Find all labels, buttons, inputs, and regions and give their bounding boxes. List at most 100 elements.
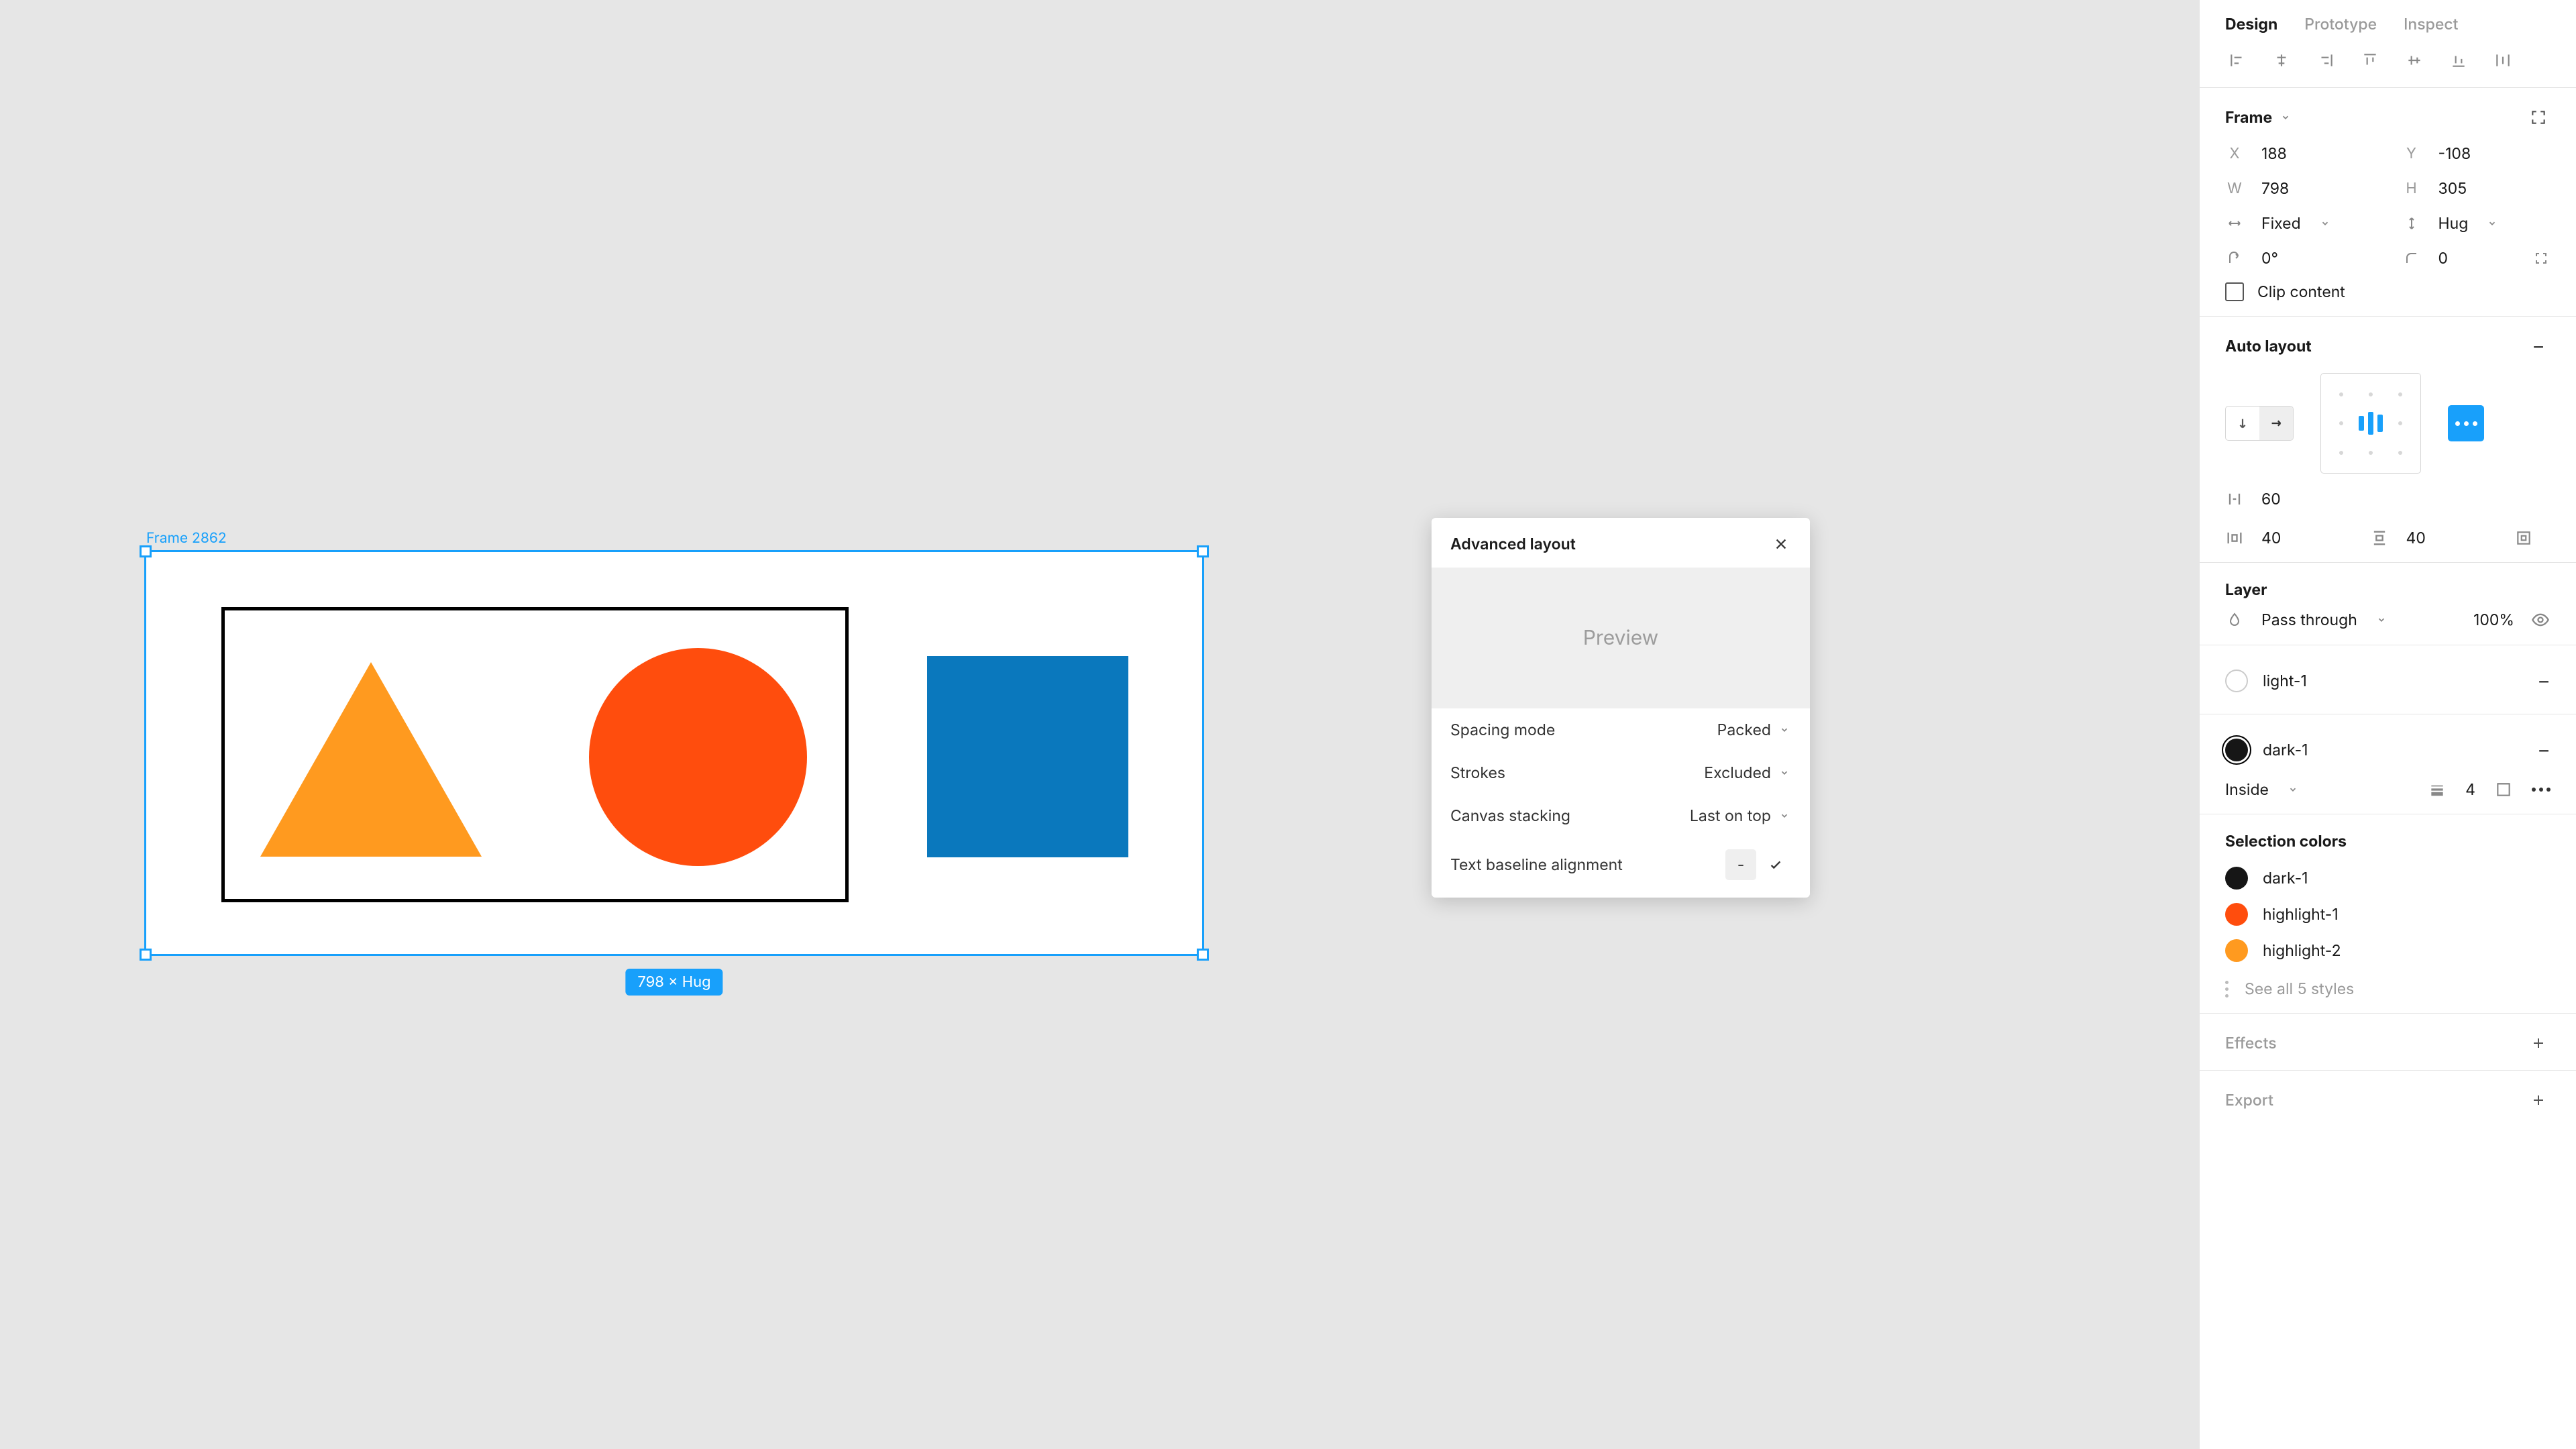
frame-section-title[interactable]: Frame [2225, 108, 2272, 127]
y-input[interactable]: -108 [2438, 144, 2471, 163]
align-right-icon[interactable] [2314, 48, 2338, 72]
spacing-mode-value[interactable]: Packed [1717, 720, 1771, 739]
selected-frame[interactable]: 798 × Hug [144, 550, 1204, 956]
stroke-style-name[interactable]: dark-1 [2263, 741, 2308, 759]
padding-h-input[interactable]: 40 [2261, 529, 2281, 547]
direction-toggle [2225, 406, 2294, 441]
align-bottom-icon[interactable] [2447, 48, 2471, 72]
layer-section: Layer Pass through 100% [2200, 563, 2576, 645]
close-icon[interactable] [1771, 534, 1791, 554]
stroke-section: dark-1 − Inside 4 [2200, 714, 2576, 814]
frame-section: Frame X188 Y-108 W798 H305 Fixed Hug [2200, 88, 2576, 317]
x-input[interactable]: 188 [2261, 144, 2287, 163]
dimension-badge: 798 × Hug [625, 969, 722, 996]
gap-icon [2225, 490, 2244, 508]
spacing-mode-row[interactable]: Spacing mode Packed [1432, 708, 1810, 751]
direction-horizontal-button[interactable] [2259, 407, 2293, 440]
alignment-grid[interactable] [2320, 373, 2421, 474]
direction-vertical-button[interactable] [2226, 407, 2259, 440]
vertical-resize-icon [2402, 214, 2421, 233]
distribute-icon[interactable] [2491, 48, 2515, 72]
align-vcenter-icon[interactable] [2402, 48, 2426, 72]
strokes-row[interactable]: Strokes Excluded [1432, 751, 1810, 794]
independent-padding-icon[interactable] [2514, 529, 2533, 547]
selcolor-name-1[interactable]: dark-1 [2263, 869, 2308, 888]
triangle-shape[interactable] [260, 662, 482, 857]
advanced-layout-preview: Preview [1432, 568, 1810, 708]
tab-design[interactable]: Design [2225, 15, 2277, 34]
inspector-panel: Design Prototype Inspect Frame X188 Y-10… [2199, 0, 2576, 1449]
chevron-down-icon [2286, 783, 2300, 796]
selcolor-swatch-2[interactable] [2225, 903, 2248, 926]
canvas-stacking-value[interactable]: Last on top [1690, 806, 1771, 825]
fill-section: light-1 − [2200, 645, 2576, 714]
chevron-down-icon[interactable] [2279, 111, 2292, 124]
export-title[interactable]: Export [2225, 1091, 2273, 1110]
gap-input[interactable]: 60 [2261, 490, 2281, 508]
resize-handle-br[interactable] [1197, 949, 1209, 961]
square-shape[interactable] [927, 656, 1128, 857]
opacity-input[interactable]: 100% [2473, 610, 2514, 629]
selcolor-name-2[interactable]: highlight-1 [2263, 905, 2339, 924]
canvas[interactable]: Frame 2862 798 × Hug Advanced layout Pre… [0, 0, 2199, 1449]
h-input[interactable]: 305 [2438, 179, 2467, 198]
independent-corners-icon[interactable] [2532, 249, 2551, 268]
w-label: W [2225, 180, 2244, 197]
v-resize-select[interactable]: Hug [2438, 214, 2469, 233]
resize-handle-bl[interactable] [140, 949, 152, 961]
stroke-more-icon[interactable] [2532, 788, 2551, 792]
align-left-icon[interactable] [2225, 48, 2249, 72]
resize-to-fit-icon[interactable] [2526, 105, 2551, 129]
h-resize-select[interactable]: Fixed [2261, 214, 2301, 233]
tab-inspect[interactable]: Inspect [2404, 15, 2458, 34]
remove-stroke-button[interactable]: − [2537, 740, 2551, 760]
alignment-toolbar [2200, 48, 2576, 88]
align-top-icon[interactable] [2358, 48, 2382, 72]
add-export-button[interactable] [2526, 1088, 2551, 1112]
chevron-down-icon [2485, 217, 2499, 230]
spacing-mode-label: Spacing mode [1450, 720, 1555, 739]
blend-mode-select[interactable]: Pass through [2261, 610, 2357, 629]
advanced-layout-popover: Advanced layout Preview Spacing mode Pac… [1432, 518, 1810, 898]
baseline-off-button[interactable]: - [1725, 849, 1756, 880]
selection-colors-title: Selection colors [2225, 832, 2347, 851]
effects-title[interactable]: Effects [2225, 1034, 2277, 1053]
clip-content-label: Clip content [2257, 282, 2345, 301]
tab-prototype[interactable]: Prototype [2304, 15, 2377, 34]
padding-v-input[interactable]: 40 [2406, 529, 2426, 547]
resize-handle-tl[interactable] [140, 545, 152, 557]
w-input[interactable]: 798 [2261, 179, 2289, 198]
strokes-value[interactable]: Excluded [1704, 763, 1771, 782]
baseline-on-button[interactable] [1760, 849, 1791, 880]
remove-fill-button[interactable]: − [2537, 671, 2551, 691]
clip-content-checkbox[interactable] [2225, 282, 2244, 301]
stroke-per-side-icon[interactable] [2494, 780, 2513, 799]
align-hcenter-icon[interactable] [2269, 48, 2294, 72]
selcolor-name-3[interactable]: highlight-2 [2263, 941, 2341, 960]
stroke-swatch[interactable] [2225, 739, 2248, 761]
rotation-input[interactable]: 0° [2261, 249, 2278, 268]
selcolor-swatch-1[interactable] [2225, 867, 2248, 890]
frame-name-label[interactable]: Frame 2862 [146, 530, 227, 547]
remove-auto-layout-button[interactable]: − [2526, 334, 2551, 358]
stroke-weight-input[interactable]: 4 [2465, 780, 2475, 799]
fill-style-name[interactable]: light-1 [2263, 672, 2307, 690]
corner-radius-input[interactable]: 0 [2438, 249, 2449, 268]
see-all-styles-button[interactable]: See all 5 styles [2225, 969, 2551, 998]
selcolor-swatch-3[interactable] [2225, 939, 2248, 962]
chevron-down-icon [1778, 723, 1791, 737]
fill-swatch[interactable] [2225, 669, 2248, 692]
resize-handle-tr[interactable] [1197, 545, 1209, 557]
chevron-down-icon [2318, 217, 2332, 230]
inspector-tabs: Design Prototype Inspect [2200, 0, 2576, 48]
x-label: X [2225, 145, 2244, 162]
advanced-layout-button[interactable] [2448, 405, 2484, 441]
canvas-stacking-row[interactable]: Canvas stacking Last on top [1432, 794, 1810, 837]
layer-section-title: Layer [2225, 580, 2267, 599]
circle-shape[interactable] [589, 648, 807, 866]
stroke-align-select[interactable]: Inside [2225, 780, 2269, 799]
chevron-down-icon [1778, 809, 1791, 822]
visibility-icon[interactable] [2530, 610, 2551, 630]
padding-v-icon [2370, 529, 2389, 547]
add-effect-button[interactable] [2526, 1031, 2551, 1055]
